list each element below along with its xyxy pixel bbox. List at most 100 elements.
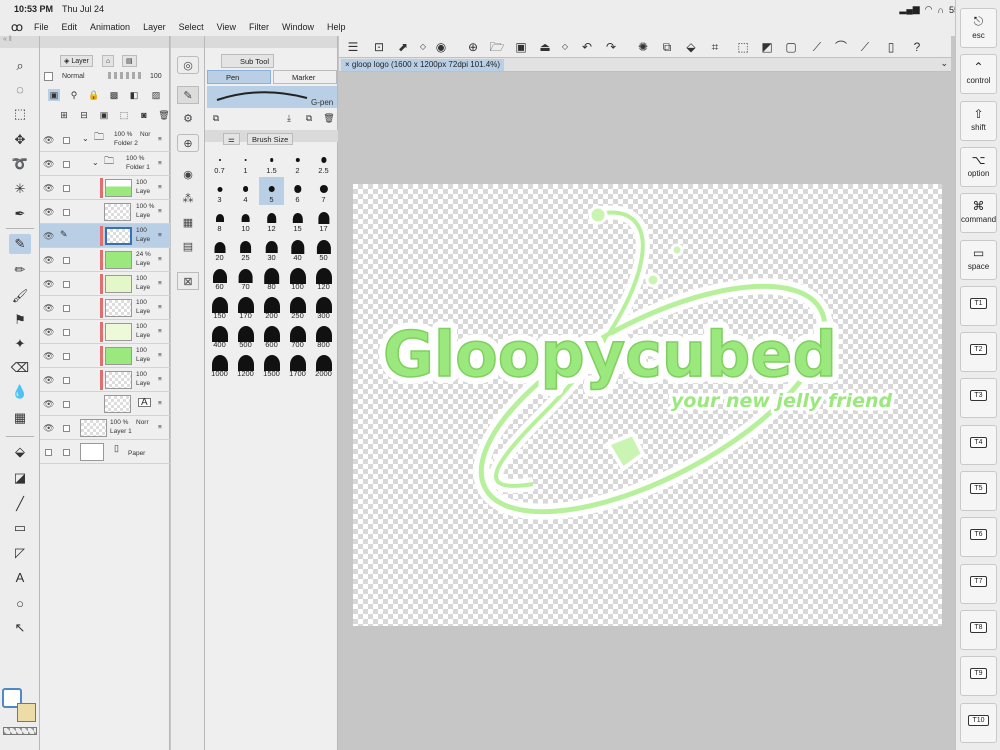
- menu-hamburger-icon[interactable]: ☰: [345, 39, 361, 55]
- brush-size-17[interactable]: 17: [311, 206, 336, 234]
- brush-size-100[interactable]: 100: [285, 264, 310, 292]
- sparkle-icon[interactable]: ✦: [9, 334, 31, 354]
- correct-line-icon[interactable]: ↖: [9, 618, 31, 638]
- brush-size-40[interactable]: 40: [285, 235, 310, 263]
- menu-layer[interactable]: Layer: [143, 22, 166, 32]
- mask-icon[interactable]: ◧: [128, 89, 140, 101]
- menu-filter[interactable]: Filter: [249, 22, 269, 32]
- export-icon[interactable]: ⏏: [537, 39, 553, 55]
- drag-handle-icon[interactable]: ≡: [158, 136, 162, 143]
- layer-row-folder-2[interactable]: 👁 ⌄ 🗀 100 % Nor Folder 2 ≡: [40, 128, 170, 152]
- balloon-icon[interactable]: ○: [9, 594, 31, 614]
- brush-size-0-7[interactable]: 0.7: [207, 148, 232, 176]
- opacity-value[interactable]: 100: [150, 73, 162, 80]
- brush-size-12[interactable]: 12: [259, 206, 284, 234]
- brush-size-300[interactable]: 300: [311, 293, 336, 321]
- move-icon[interactable]: ✥: [9, 130, 31, 150]
- drag-handle-icon[interactable]: ≡: [158, 232, 162, 239]
- crop-icon[interactable]: ⌗: [707, 39, 723, 55]
- drag-handle-icon[interactable]: ≡: [158, 424, 162, 431]
- lock-layer-icon[interactable]: 🔒: [88, 89, 100, 101]
- visibility-eye-icon[interactable]: 👁: [43, 351, 54, 362]
- layer-checkbox[interactable]: [63, 449, 70, 456]
- subtool-tab[interactable]: Sub Tool: [221, 54, 275, 68]
- drag-handle-icon[interactable]: ≡: [158, 280, 162, 287]
- key-t7[interactable]: T7: [960, 563, 997, 604]
- gradient-icon[interactable]: ◪: [9, 468, 31, 488]
- subtool-palette-icon[interactable]: ✎: [177, 86, 199, 104]
- fill-bucket-icon[interactable]: ⬙: [9, 442, 31, 462]
- clip-layer-icon[interactable]: ▣: [48, 89, 60, 101]
- layer-row-6[interactable]: 👁 24 % Laye ≡: [40, 248, 170, 272]
- line-icon[interactable]: ╱: [9, 494, 31, 514]
- material-icon[interactable]: ⊠: [177, 272, 199, 290]
- visibility-eye-icon[interactable]: 👁: [43, 255, 54, 266]
- chevron-down-icon[interactable]: ⌄: [940, 58, 948, 69]
- key-t6[interactable]: T6: [960, 517, 997, 558]
- layer-row-10[interactable]: 👁 100 Laye ≡: [40, 344, 170, 368]
- layer-row-5-selected[interactable]: 👁 ✎ 100 Laye ≡: [40, 224, 170, 248]
- layer-row-7[interactable]: 👁 100 Laye ≡: [40, 272, 170, 296]
- brush-size-25[interactable]: 25: [233, 235, 258, 263]
- brush-size-70[interactable]: 70: [233, 264, 258, 292]
- stepper-icon[interactable]: ◇: [415, 39, 431, 55]
- layer-row-layer-1[interactable]: 👁 100 % Norr Layer 1 ≡: [40, 416, 170, 440]
- brush-size-icon[interactable]: ⊕: [177, 134, 199, 152]
- mask-layer-icon[interactable]: ◙: [138, 109, 150, 121]
- visibility-eye-icon[interactable]: 👁: [43, 327, 54, 338]
- stamp-icon[interactable]: ⚑: [9, 310, 31, 330]
- brush-size-30[interactable]: 30: [259, 235, 284, 263]
- duplicate-subtool-icon[interactable]: ⧉: [303, 112, 315, 124]
- layer-row-folder-1[interactable]: 👁 ⌄ 🗀 100 % Folder 1 ≡: [40, 152, 170, 176]
- brush-size-250[interactable]: 250: [285, 293, 310, 321]
- brush-size-1700[interactable]: 1700: [285, 351, 310, 379]
- loading-icon[interactable]: ✺: [635, 39, 651, 55]
- visibility-eye-icon[interactable]: 👁: [43, 399, 54, 410]
- brush-settings-tab-icon[interactable]: ⚌: [223, 133, 240, 145]
- menu-edit[interactable]: Edit: [62, 22, 78, 32]
- layer-search-tab[interactable]: ▤: [122, 55, 137, 67]
- eyedropper-icon[interactable]: ✒: [9, 204, 31, 224]
- brush-size-150[interactable]: 150: [207, 293, 232, 321]
- brush-size-15[interactable]: 15: [285, 206, 310, 234]
- layer-tab[interactable]: ◈ Layer: [60, 55, 93, 67]
- lasso-zoom-icon[interactable]: ◌: [9, 80, 31, 100]
- key-shift[interactable]: ⇧ shift: [960, 100, 997, 141]
- brush-size-4[interactable]: 4: [233, 177, 258, 205]
- menu-help[interactable]: Help: [327, 22, 346, 32]
- undo-icon[interactable]: ↶: [579, 39, 595, 55]
- visibility-eye-icon[interactable]: 👁: [43, 159, 54, 170]
- key-option[interactable]: ⌥ option: [960, 146, 997, 187]
- transparent-color-swatch[interactable]: [3, 727, 37, 735]
- key-esc[interactable]: ⎋ esc: [960, 8, 997, 48]
- layer-checkbox[interactable]: [63, 137, 70, 144]
- help-icon[interactable]: ?: [909, 39, 925, 55]
- key-t9[interactable]: T9: [960, 656, 997, 697]
- reference-layer-icon[interactable]: ⚲: [68, 89, 80, 101]
- new-raster-layer-icon[interactable]: ⊞: [58, 109, 70, 121]
- new-vector-layer-icon[interactable]: ⊟: [78, 109, 90, 121]
- key-t2[interactable]: T2: [960, 332, 997, 373]
- document-tab[interactable]: × gloop logo (1600 x 1200px 72dpi 101.4%…: [341, 59, 505, 71]
- brush-size-1200[interactable]: 1200: [233, 351, 258, 379]
- layer-row-11[interactable]: 👁 100 Laye ≡: [40, 368, 170, 392]
- subtool-pen-tab[interactable]: Pen: [207, 70, 271, 84]
- brush-size-1[interactable]: 1: [233, 148, 258, 176]
- new-folder-icon[interactable]: ▣: [98, 109, 110, 121]
- drawing-canvas[interactable]: Gloopycubed Gloopycubed your new jelly f…: [353, 184, 942, 626]
- key-t3[interactable]: T3: [960, 378, 997, 419]
- layer-checkbox[interactable]: [63, 377, 70, 384]
- drag-handle-icon[interactable]: ≡: [158, 208, 162, 215]
- expand-chevron-icon[interactable]: ⌄: [82, 135, 89, 143]
- pencil-icon[interactable]: ✏: [9, 260, 31, 280]
- brush-size-6[interactable]: 6: [285, 177, 310, 205]
- drag-handle-icon[interactable]: ≡: [158, 400, 162, 407]
- drag-handle-icon[interactable]: ≡: [158, 376, 162, 383]
- brush-size-120[interactable]: 120: [311, 264, 336, 292]
- color-history-icon[interactable]: ▦: [177, 214, 199, 232]
- brush-size-20[interactable]: 20: [207, 235, 232, 263]
- layer-checkbox[interactable]: [63, 401, 70, 408]
- key-t10[interactable]: T10: [960, 702, 997, 743]
- key-t1[interactable]: T1: [960, 285, 997, 326]
- color-wheel-icon[interactable]: ◉: [177, 166, 199, 184]
